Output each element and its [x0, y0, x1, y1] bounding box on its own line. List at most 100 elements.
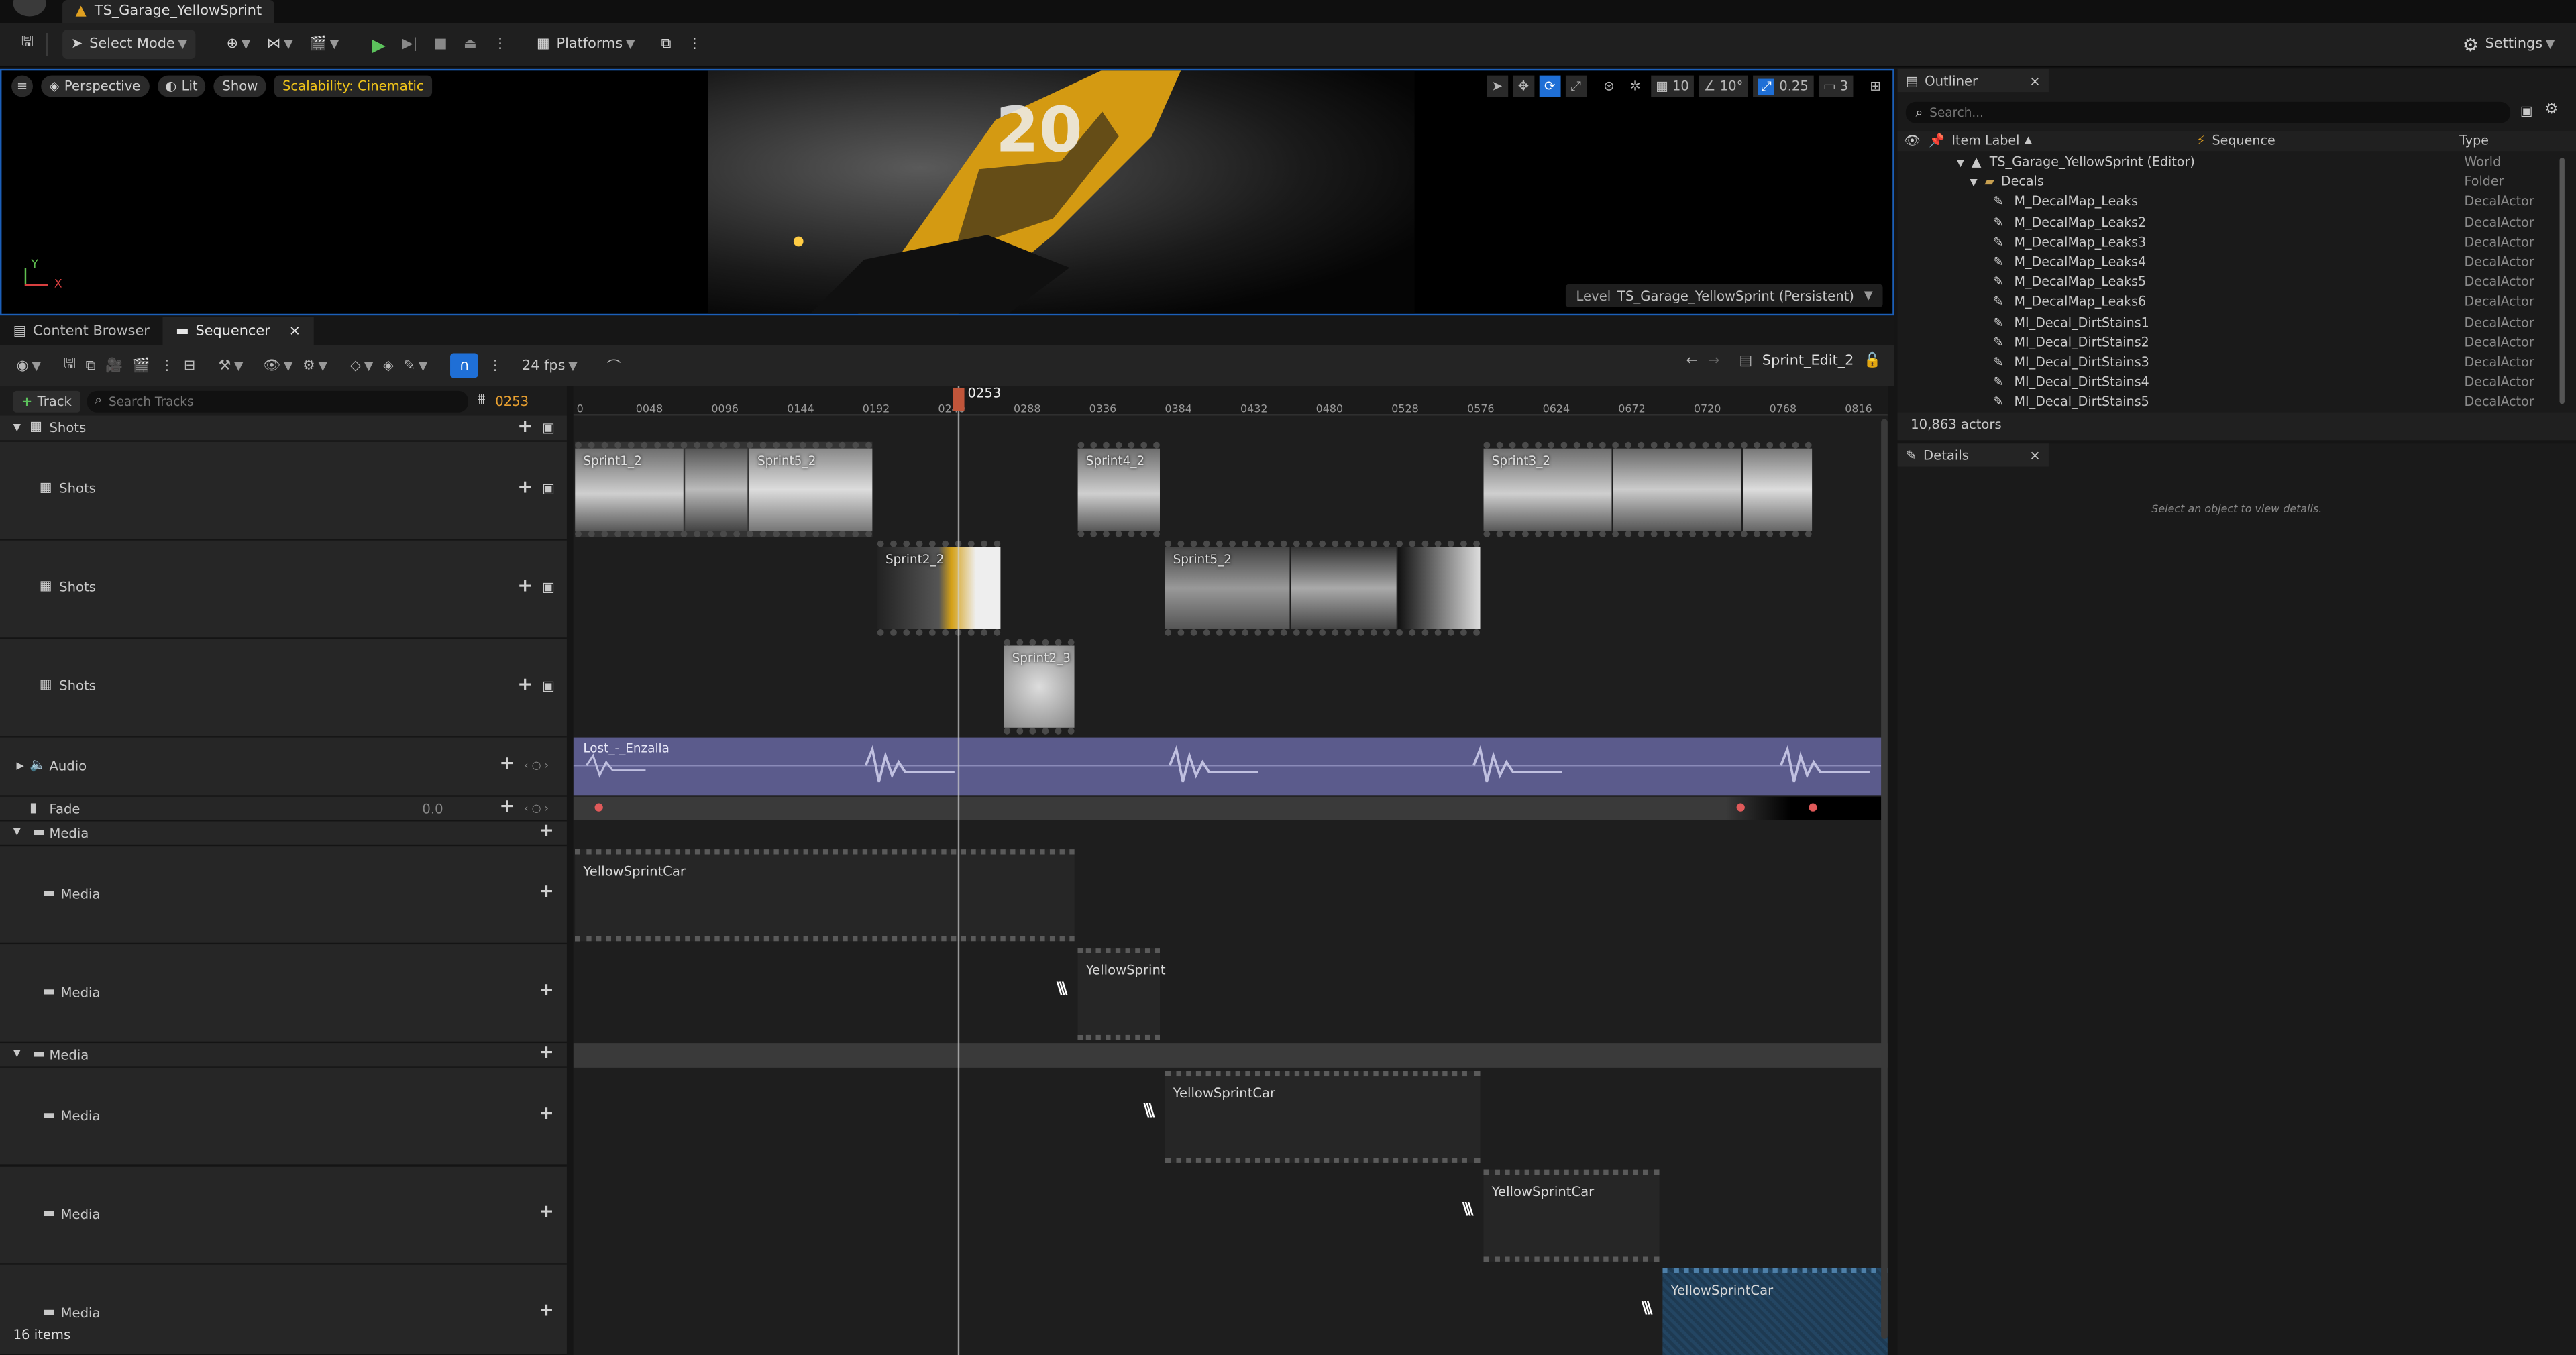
fade-keyframe[interactable] [1809, 803, 1817, 812]
cinematics-icon[interactable]: 🎬 ▼ [301, 30, 347, 59]
add-track-button[interactable]: + Track [13, 390, 80, 412]
level-tab[interactable]: ▲ TS_Garage_YellowSprint [62, 0, 275, 23]
source-control-icon[interactable]: ⧉ [653, 30, 679, 59]
tab-sequencer[interactable]: ▬ Sequencer × [162, 317, 314, 345]
clapper-icon[interactable]: ▣ [542, 580, 555, 594]
camera-speed-toggle[interactable]: ▭ 3 [1818, 75, 1854, 97]
save-as-icon[interactable]: ⧉ [86, 358, 96, 374]
sequence-name[interactable]: Sprint_Edit_2 [1762, 354, 1854, 370]
rotate-tool-icon[interactable]: ⟳ [1539, 75, 1561, 97]
outliner-row[interactable]: ✎ MI_Decal_DirtStains4 DecalActor [1898, 375, 2571, 395]
add-shot-button[interactable]: + [517, 476, 533, 498]
fade-keyframe[interactable] [1736, 803, 1745, 812]
curve-editor-icon[interactable]: ⌒ [607, 356, 621, 375]
outliner-search-box[interactable]: ⌕ [1905, 101, 2511, 123]
key-tool-icon[interactable]: ⚒ ▼ [219, 358, 244, 374]
more-options-icon[interactable]: ⋮ [485, 30, 515, 59]
fps-dropdown[interactable]: 24 fps ▼ [522, 358, 578, 374]
grid-snap-toggle[interactable]: ▦ 10 [1650, 75, 1695, 97]
current-frame-field[interactable]: 0253 [495, 394, 529, 409]
outliner-row[interactable]: ✎ MI_Decal_DirtStains3 DecalActor [1898, 355, 2571, 375]
fade-keyframe[interactable] [594, 803, 603, 812]
expand-arrow-icon[interactable]: ▼ [13, 422, 21, 433]
add-shot-button[interactable]: + [517, 575, 533, 596]
outliner-tab[interactable]: ▤ Outliner × [1897, 68, 2049, 93]
clapper-icon[interactable]: ▣ [542, 678, 555, 693]
world-local-icon[interactable]: ⊛ [1598, 76, 1619, 97]
add-folder-icon[interactable]: ▣ [2520, 103, 2533, 118]
add-shot-button[interactable]: + [517, 673, 533, 695]
add-key-icon[interactable]: ◈ [383, 358, 394, 374]
search-tracks-box[interactable]: ⌕ [86, 390, 468, 412]
scalability-badge[interactable]: Scalability: Cinematic [274, 75, 432, 97]
outliner-row-folder[interactable]: ▼ ▰ Decals Folder [1898, 174, 2571, 195]
move-tool-icon[interactable]: ✥ [1513, 75, 1534, 97]
add-audio-button[interactable]: + [499, 753, 515, 774]
expand-arrow-icon[interactable]: ▼ [13, 1048, 21, 1059]
scale-tool-icon[interactable]: ⤢ [1565, 75, 1587, 97]
expand-arrow-icon[interactable]: ▼ [1970, 178, 1977, 189]
lock-icon[interactable]: 🔓 [1864, 354, 1881, 370]
perspective-button[interactable]: ◈ Perspective [41, 75, 149, 97]
add-media-button[interactable]: + [539, 1201, 554, 1222]
details-tab[interactable]: ✎ Details × [1897, 443, 2049, 467]
more-options-icon[interactable]: ⋮ [680, 30, 710, 59]
outliner-row[interactable]: ✎ MI_Decal_DirtStains5 DecalActor [1898, 395, 2571, 409]
angle-snap-toggle[interactable]: ∠ 10° [1699, 75, 1748, 97]
outliner-row[interactable]: ✎ M_DecalMap_Leaks6 DecalActor [1898, 294, 2571, 315]
expand-arrow-icon[interactable]: ▼ [13, 826, 21, 838]
key-nav-icon[interactable]: ‹ ○ › [524, 759, 549, 772]
save-icon[interactable]: 🖫 [13, 30, 42, 59]
forward-arrow-icon[interactable]: → [1708, 354, 1719, 370]
outliner-row[interactable]: ✎ MI_Decal_DirtStains1 DecalActor [1898, 315, 2571, 335]
shot-clip[interactable]: Sprint4_2 [1077, 441, 1160, 537]
settings-dropdown[interactable]: ⚙ Settings ▼ [2454, 30, 2563, 59]
scale-snap-toggle[interactable]: ⤢ 0.25 [1753, 75, 1814, 97]
column-item-label[interactable]: Item Label ▲ [1951, 133, 2032, 148]
add-media-button[interactable]: + [539, 1299, 554, 1321]
add-media-button[interactable]: + [539, 1042, 554, 1063]
outliner-row[interactable]: ✎ M_DecalMap_Leaks2 DecalActor [1898, 215, 2571, 235]
media-clip[interactable]: YellowSprintCar [1483, 1169, 1660, 1262]
platforms-dropdown[interactable]: ▦ Platforms ▼ [529, 30, 643, 59]
pin-icon[interactable]: 📌 [1929, 133, 1945, 148]
outliner-search-input[interactable] [1929, 105, 2455, 120]
shot-clip[interactable]: Sprint1_2 Sprint5_2 [575, 441, 873, 537]
media-clip[interactable]: YellowSprintCar [1165, 1071, 1481, 1163]
add-shot-button[interactable]: + [517, 416, 533, 437]
filter-icon[interactable]: ⩩ [478, 392, 486, 409]
render-movie-icon[interactable]: 🎥 [105, 358, 123, 374]
outliner-row[interactable]: ✎ M_DecalMap_Leaks5 DecalActor [1898, 274, 2571, 294]
clapper-icon[interactable]: 🎬 [133, 358, 150, 374]
key-nav-icon[interactable]: ‹ ○ › [524, 802, 549, 815]
outliner-row-world[interactable]: ▼ ▲ TS_Garage_YellowSprint (Editor) World [1898, 154, 2571, 174]
shot-clip[interactable]: Sprint2_3 [1004, 639, 1075, 735]
audio-clip[interactable]: Lost_-_Enzalla [573, 737, 1883, 796]
expand-arrow-icon[interactable]: ▶ [16, 761, 23, 772]
add-content-icon[interactable]: ⊕ ▼ [218, 30, 258, 59]
expand-arrow-icon[interactable]: ▼ [1957, 158, 1964, 169]
close-icon[interactable]: × [289, 323, 301, 339]
more-options-icon[interactable]: ⋮ [160, 358, 174, 374]
level-selector[interactable]: Level TS_Garage_YellowSprint (Persistent… [1566, 284, 1883, 307]
media-clip[interactable]: YellowSprintCar [575, 849, 1075, 942]
playhead-handle[interactable] [953, 387, 965, 411]
surface-snap-icon[interactable]: ✲ [1625, 76, 1646, 97]
settings-icon[interactable]: ⚙ ▼ [303, 358, 327, 374]
save-icon[interactable]: 🖫 [64, 354, 76, 377]
clapper-icon[interactable]: ▣ [542, 421, 555, 435]
fade-lane[interactable] [573, 796, 1883, 820]
level-viewport[interactable]: 20 ≡ ◈ Perspective ◐ Lit Show Scalability:… [0, 68, 1894, 316]
time-ruler[interactable]: 0 0048 0096 0144 0192 0240 0288 0336 038… [573, 386, 1888, 416]
outliner-row[interactable]: ✎ M_DecalMap_Leaks3 DecalActor [1898, 235, 2571, 255]
add-media-button[interactable]: + [539, 820, 554, 841]
media-clip[interactable]: YellowSprint [1077, 948, 1166, 1040]
hamburger-menu-icon[interactable]: ≡ [11, 75, 33, 97]
add-media-button[interactable]: + [539, 979, 554, 1001]
fade-track[interactable] [0, 796, 567, 822]
eye-icon[interactable]: 👁 [1904, 133, 1920, 148]
snap-magnet-icon[interactable]: ∩ [450, 353, 479, 378]
column-type[interactable]: Type [2459, 133, 2489, 148]
media-clip-selected[interactable]: YellowSprintCar [1662, 1268, 1888, 1355]
lit-button[interactable]: ◐ Lit [156, 75, 206, 97]
